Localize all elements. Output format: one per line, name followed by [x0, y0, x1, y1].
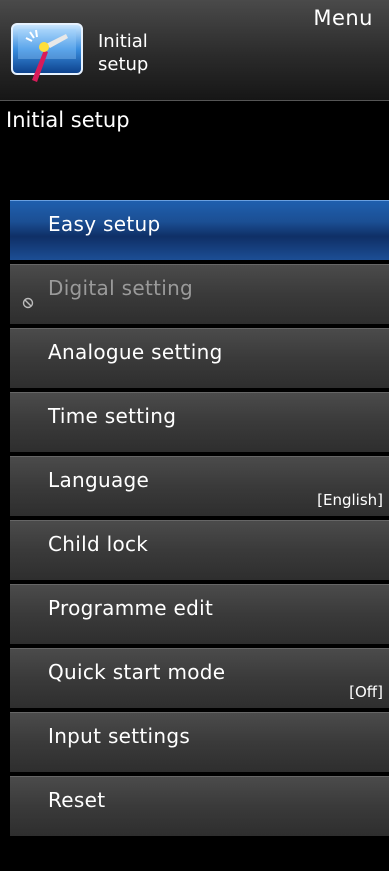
menu-item-label: Easy setup — [48, 212, 161, 236]
menu-item-reset[interactable]: Reset — [10, 776, 389, 836]
header-title: Initial setup — [98, 31, 149, 75]
menu-item-time-setting[interactable]: Time setting — [10, 392, 389, 452]
menu-item-label: Language — [48, 468, 150, 492]
bottom-bar — [10, 843, 389, 871]
menu-item-input-settings[interactable]: Input settings — [10, 712, 389, 772]
menu-item-label: Reset — [48, 788, 106, 812]
menu-item-label: Input settings — [48, 724, 191, 748]
tv-menu-screen: Initial setup Menu Initial setup Easy se… — [0, 0, 389, 871]
menu-item-label: Child lock — [48, 532, 149, 556]
menu-item-easy-setup[interactable]: Easy setup — [10, 200, 389, 260]
menu-label: Menu — [313, 6, 373, 30]
menu-item-label: Analogue setting — [48, 340, 223, 364]
menu-header: Initial setup Menu — [0, 0, 389, 101]
menu-item-child-lock[interactable]: Child lock — [10, 520, 389, 580]
menu-item-quick-start-mode[interactable]: Quick start mode [Off] — [10, 648, 389, 708]
menu-item-label: Quick start mode — [48, 660, 226, 684]
menu-item-label: Programme edit — [48, 596, 214, 620]
setup-menu-list: Easy setup Digital setting Analogue sett… — [10, 200, 389, 840]
menu-item-label: Time setting — [48, 404, 177, 428]
menu-item-programme-edit[interactable]: Programme edit — [10, 584, 389, 644]
menu-item-digital-setting[interactable]: Digital setting — [10, 264, 389, 324]
menu-item-language[interactable]: Language [English] — [10, 456, 389, 516]
menu-item-value: [English] — [317, 491, 383, 509]
page-title: Initial setup — [6, 108, 130, 132]
menu-item-value: [Off] — [349, 683, 383, 701]
menu-item-label: Digital setting — [48, 276, 194, 300]
setup-wrench-icon — [11, 23, 83, 82]
menu-item-analogue-setting[interactable]: Analogue setting — [10, 328, 389, 388]
prohibited-icon — [22, 297, 34, 309]
